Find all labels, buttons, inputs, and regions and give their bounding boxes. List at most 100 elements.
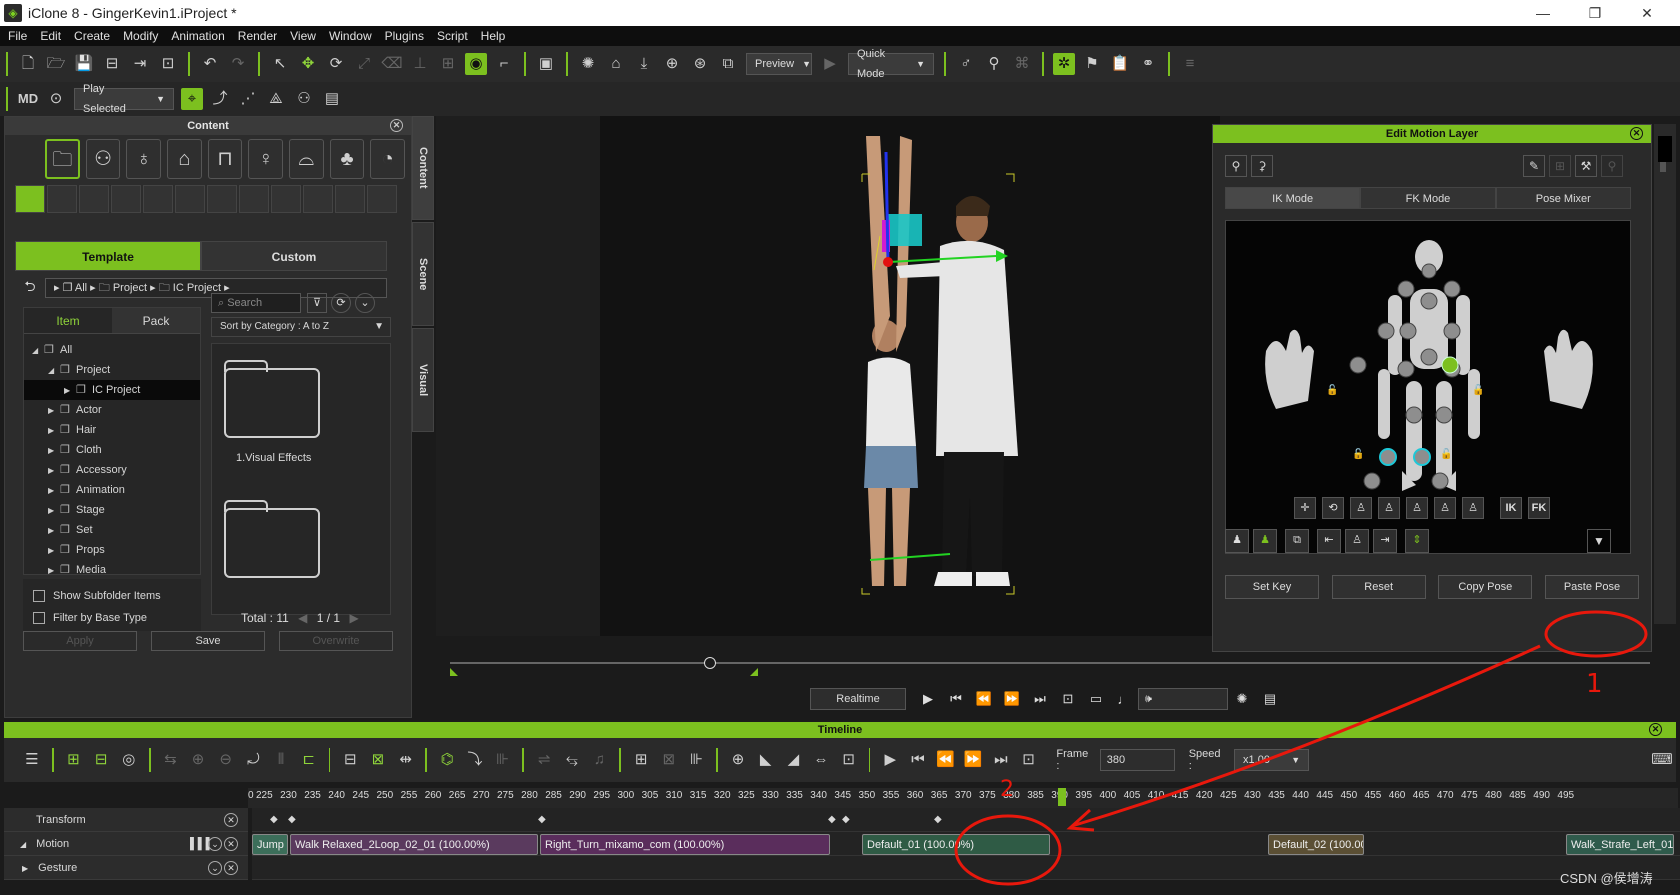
actor-category-icon[interactable]: ⚇ <box>85 139 121 179</box>
loop-key-icon[interactable]: ⤾ <box>243 749 265 771</box>
time-slider-handle[interactable] <box>704 657 716 669</box>
eml-scrollbar[interactable] <box>1654 124 1676 624</box>
motion-clip[interactable]: Default_02 (100.00%) <box>1268 834 1364 855</box>
ik-pose-icon[interactable]: ⚲ <box>1225 155 1247 177</box>
delete-range-icon[interactable]: ⊠ <box>658 749 680 771</box>
close-window-button[interactable]: ✕ <box>1624 0 1670 26</box>
reach-icon[interactable]: ⟁ <box>265 88 287 110</box>
panel-icon[interactable]: ▤ <box>1259 691 1281 707</box>
brush-icon[interactable]: ✎ <box>1523 155 1545 177</box>
folder-category-icon[interactable]: 🗀 <box>45 139 80 179</box>
motion-pilot-icon[interactable]: ⌖ <box>181 88 203 110</box>
range-icon[interactable]: ⊏ <box>298 749 320 771</box>
sub-slot-icon[interactable] <box>207 185 237 213</box>
refresh-icon[interactable]: ⟳ <box>331 293 351 313</box>
align-icon[interactable]: ⇕ <box>1405 529 1429 553</box>
playhead[interactable] <box>1058 788 1066 806</box>
ik-button[interactable]: IK <box>1500 497 1522 519</box>
track-motion[interactable]: ◢ Motion ▌▌▌ ⌄ ✕ <box>4 832 248 856</box>
settings-sun-icon[interactable]: ✺ <box>1231 691 1253 707</box>
menu-view[interactable]: View <box>290 29 316 43</box>
new-file-icon[interactable]: 🗋 <box>17 53 39 75</box>
sub-slot-icon[interactable] <box>271 185 301 213</box>
realtime-dropdown[interactable]: Realtime <box>810 688 906 710</box>
motion-lane[interactable]: Jump Walk Relaxed_2Loop_02_01 (100.00%) … <box>252 832 1680 856</box>
search-input[interactable]: ⌕ Search <box>211 293 301 313</box>
prev-page-icon[interactable]: ◀ <box>298 611 307 625</box>
collapsed-arrow-icon[interactable]: ▶ <box>48 561 60 581</box>
hair-category-icon[interactable]: ♁ <box>126 139 162 179</box>
home-icon[interactable]: ⌂ <box>605 53 627 75</box>
tab-item[interactable]: Item <box>24 308 112 334</box>
tl-start-icon[interactable]: ⏮ <box>907 749 929 771</box>
pivot-icon[interactable]: ⌐ <box>493 53 515 75</box>
frame-all-icon[interactable]: ⊕ <box>661 53 683 75</box>
rotate-icon[interactable]: ⟳ <box>325 53 347 75</box>
range-end-marker[interactable] <box>750 668 758 676</box>
menu-window[interactable]: Window <box>329 29 372 43</box>
track-close-icon[interactable]: ✕ <box>224 837 238 851</box>
sub-slot-icon[interactable] <box>303 185 333 213</box>
curve-icon[interactable]: ⤵ <box>464 749 486 771</box>
side-tab-scene[interactable]: Scene <box>412 222 434 326</box>
tree-item[interactable]: ◢ ❐ Project <box>24 360 200 380</box>
filter-icon[interactable]: ⊽ <box>307 293 327 313</box>
loop-arrow-icon[interactable]: ⇌ <box>533 749 555 771</box>
body-green-icon[interactable]: ♟ <box>1253 529 1277 553</box>
break-icon[interactable]: ⊠ <box>367 749 389 771</box>
camera-icon[interactable]: ▶ <box>819 53 841 75</box>
track-close-icon[interactable]: ✕ <box>224 813 238 827</box>
flag-icon[interactable]: ⚑ <box>1081 53 1103 75</box>
ik-body-icon[interactable]: ♙ <box>1378 497 1400 519</box>
tree-item[interactable]: ◢ ❐ All <box>24 340 200 360</box>
tree-item[interactable]: ▶ ❐ Hair <box>24 420 200 440</box>
collapsed-arrow-icon[interactable]: ▶ <box>48 481 60 501</box>
window-icon[interactable]: ▣ <box>535 53 557 75</box>
tab-ik-mode[interactable]: IK Mode <box>1225 187 1361 209</box>
ik-rig-view[interactable]: 🔓 🔓 🔓 🔓 ✛ ⟲ ♙ ♙ ♙ ♙ ♙ IK FK <box>1225 220 1631 554</box>
menu-script[interactable]: Script <box>437 29 468 43</box>
apply-button[interactable]: Apply <box>23 631 137 651</box>
tl-play-icon[interactable]: ▶ <box>879 749 901 771</box>
folder-thumbnail[interactable] <box>224 500 320 578</box>
align-icon[interactable]: ⊥ <box>409 53 431 75</box>
collapsed-arrow-icon[interactable]: ▶ <box>48 441 60 461</box>
mirror-center-icon[interactable]: ♙ <box>1345 529 1369 553</box>
breadcrumb-all[interactable]: All <box>75 282 87 294</box>
mirror-right-icon[interactable]: ⇥ <box>1373 529 1397 553</box>
timeline-close-icon[interactable]: ✕ <box>1649 723 1662 736</box>
sub-slot-icon[interactable] <box>111 185 141 213</box>
screen-icon[interactable]: ⧉ <box>717 53 739 75</box>
timeline-settings-icon[interactable]: ⌨ <box>1651 749 1673 771</box>
folder-thumbnail[interactable] <box>224 360 320 438</box>
tl-prev-icon[interactable]: ⏪ <box>935 749 957 771</box>
save-button[interactable]: Save <box>151 631 265 651</box>
cloth-category-icon[interactable]: ⌂ <box>167 139 202 179</box>
audio-icon[interactable]: ♫ <box>589 749 611 771</box>
fk-pose-icon[interactable]: ⚳ <box>1251 155 1273 177</box>
ik-body-icon[interactable]: ♙ <box>1350 497 1372 519</box>
loop-icon[interactable]: ⊡ <box>1057 691 1079 707</box>
align-right-icon[interactable]: ◢ <box>783 749 805 771</box>
select-arrow-icon[interactable]: ↖ <box>269 53 291 75</box>
undo-icon[interactable]: ↶ <box>199 53 221 75</box>
sub-slot-icon[interactable] <box>143 185 173 213</box>
network-icon[interactable]: ⌘ <box>1011 53 1033 75</box>
ik-rotate-icon[interactable]: ⟲ <box>1322 497 1344 519</box>
show-subfolder-checkbox[interactable]: Show Subfolder Items <box>23 585 201 607</box>
tab-fk-mode[interactable]: FK Mode <box>1360 187 1496 209</box>
time-slider[interactable] <box>450 656 1650 686</box>
crowd-icon[interactable]: ⚇ <box>293 88 315 110</box>
frame-input[interactable]: 380 <box>1099 749 1175 771</box>
collapsed-arrow-icon[interactable]: ▶ <box>48 541 60 561</box>
menu-modify[interactable]: Modify <box>123 29 158 43</box>
preview-dropdown[interactable]: Preview ▼ <box>746 53 812 75</box>
sub-slot-icon[interactable] <box>47 185 77 213</box>
set-category-icon[interactable]: ♣ <box>329 139 365 179</box>
sub-slot-icon[interactable] <box>367 185 397 213</box>
restore-button[interactable]: ❐ <box>1572 0 1618 26</box>
usd-export-icon[interactable]: ⊡ <box>157 53 179 75</box>
save-icon[interactable]: 💾 <box>73 53 95 75</box>
motion-clip[interactable]: Right_Turn_mixamo_com (100.00%) <box>540 834 830 855</box>
timeline-ruler[interactable]: 0 225 230 235 240 245 250 255 260 265 270 275 280 285… <box>248 788 1678 808</box>
